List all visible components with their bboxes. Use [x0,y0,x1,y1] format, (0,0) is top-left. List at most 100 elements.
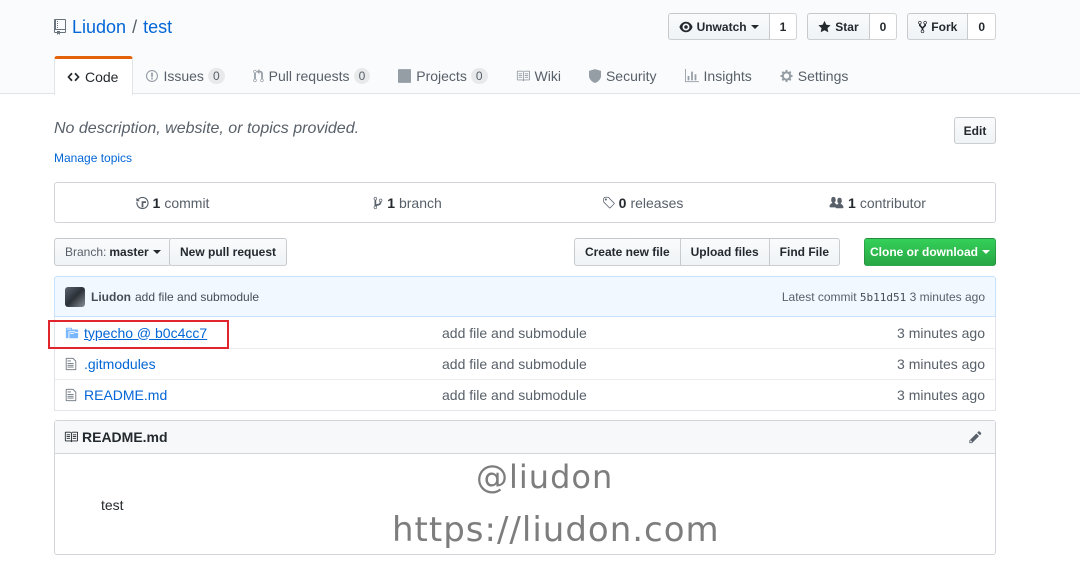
branches-label: branch [398,194,442,211]
branch-select-button[interactable]: Branch: master [54,238,172,266]
chevron-down-icon [982,250,990,254]
repo-owner-link[interactable]: Liudon [72,17,126,38]
book-icon [64,431,78,443]
tab-wiki-label: Wiki [534,67,561,84]
tab-projects-label: Projects [416,67,467,84]
releases-count: 0 [618,194,627,211]
people-icon [829,196,844,208]
chevron-down-icon [750,24,759,29]
contributors-label: contributor [859,194,926,211]
unwatch-button[interactable]: Unwatch [667,13,770,40]
commit-sha[interactable]: 5b11d51 [860,291,906,304]
commits-count: 1 [152,194,161,211]
readme-title: README.md [82,429,168,445]
project-icon [398,68,412,83]
star-icon [818,20,831,32]
file-icon [65,388,83,402]
tab-insights-label: Insights [703,67,752,84]
clone-label: Clone or download [870,245,978,259]
tab-wiki[interactable]: Wiki [503,56,576,94]
table-row: .gitmodules add file and submodule 3 min… [55,348,995,379]
fork-count[interactable]: 0 [968,13,996,40]
history-icon [135,196,149,209]
file-age: 3 minutes ago [897,356,985,372]
pull-request-icon [252,68,264,82]
file-actions: Create new file Upload files Find File [573,238,840,266]
branch-name: master [109,245,149,259]
book-icon [516,70,530,81]
avatar[interactable] [65,286,85,307]
edit-button[interactable]: Edit [954,117,996,144]
manage-topics-link[interactable]: Manage topics [54,151,132,165]
fork-button[interactable]: Fork [907,13,969,40]
latest-commit-bar: Liudon add file and submodule Latest com… [54,276,996,317]
clone-or-download-button[interactable]: Clone or download [864,238,996,266]
tab-pull-requests-label: Pull requests [268,67,350,84]
tab-security[interactable]: Security [576,56,672,94]
file-age: 3 minutes ago [897,387,985,403]
repo-icon [54,19,66,35]
eye-icon [679,21,693,32]
repo-actions: Unwatch 1 Star 0 Fork 0 [667,13,996,40]
issues-counter: 0 [207,67,225,84]
tab-projects[interactable]: Projects 0 [385,56,502,94]
projects-counter: 0 [470,67,488,84]
star-button[interactable]: Star [807,13,870,40]
pull-requests-counter: 0 [353,67,371,84]
graph-icon [684,68,699,82]
pencil-icon[interactable] [969,430,982,444]
tab-code[interactable]: Code [54,56,134,95]
watch-group: Unwatch 1 [667,13,798,40]
branches-count: 1 [387,194,395,211]
issue-icon [146,69,159,82]
tag-icon [602,196,615,208]
tab-code-label: Code [85,69,119,85]
file-name-link[interactable]: README.md [83,387,442,403]
contributors-summary[interactable]: 1 contributor [760,183,995,222]
repo-separator: / [132,16,138,37]
fork-label: Fork [931,19,958,34]
tab-issues[interactable]: Issues 0 [133,56,239,94]
file-commit-message[interactable]: add file and submodule [442,387,897,403]
commits-label: commit [164,194,210,211]
releases-summary[interactable]: 0 releases [525,183,760,222]
branches-summary[interactable]: 1 branch [290,183,525,222]
fork-icon [918,20,928,33]
readme-header: README.md [55,421,995,454]
tab-issues-label: Issues [163,67,204,84]
tab-insights[interactable]: Insights [672,56,767,94]
tab-settings[interactable]: Settings [767,56,864,94]
commit-age: 3 minutes ago [909,289,985,304]
chevron-down-icon [152,250,161,254]
upload-files-button[interactable]: Upload files [679,238,769,266]
shield-icon [588,68,601,83]
find-file-button[interactable]: Find File [768,238,840,266]
commit-author[interactable]: Liudon [91,290,131,304]
commits-summary[interactable]: 1 commit [55,183,290,222]
repo-description: No description, website, or topics provi… [54,120,360,137]
watch-count[interactable]: 1 [769,13,798,40]
tab-security-label: Security [605,67,657,84]
annotation-highlight-box [48,320,229,349]
numbers-summary: 1 commit 1 branch 0 releases 1 contribut… [54,182,996,223]
star-count[interactable]: 0 [869,13,898,40]
latest-commit-prefix: Latest commit [781,289,857,304]
new-pull-request-button[interactable]: New pull request [169,238,288,266]
repo-title: Liudon / test [54,15,172,39]
fork-group: Fork 0 [907,13,996,40]
star-group: Star 0 [807,13,898,40]
unwatch-label: Unwatch [696,19,747,34]
file-navigation: Branch: master New pull request Create n… [54,238,996,266]
star-label: Star [835,19,859,34]
file-name-link[interactable]: .gitmodules [83,356,442,372]
watermark-handle: @liudon [476,458,614,496]
latest-commit-info: Latest commit 5b11d51 3 minutes ago [782,290,985,304]
create-new-file-button[interactable]: Create new file [573,238,680,266]
file-commit-message[interactable]: add file and submodule [442,356,897,372]
commit-message[interactable]: add file and submodule [135,290,259,304]
tab-pull-requests[interactable]: Pull requests 0 [240,56,386,94]
releases-label: releases [630,194,684,211]
file-commit-message[interactable]: add file and submodule [442,325,897,341]
repo-name-link[interactable]: test [143,17,172,38]
code-icon [67,72,80,82]
